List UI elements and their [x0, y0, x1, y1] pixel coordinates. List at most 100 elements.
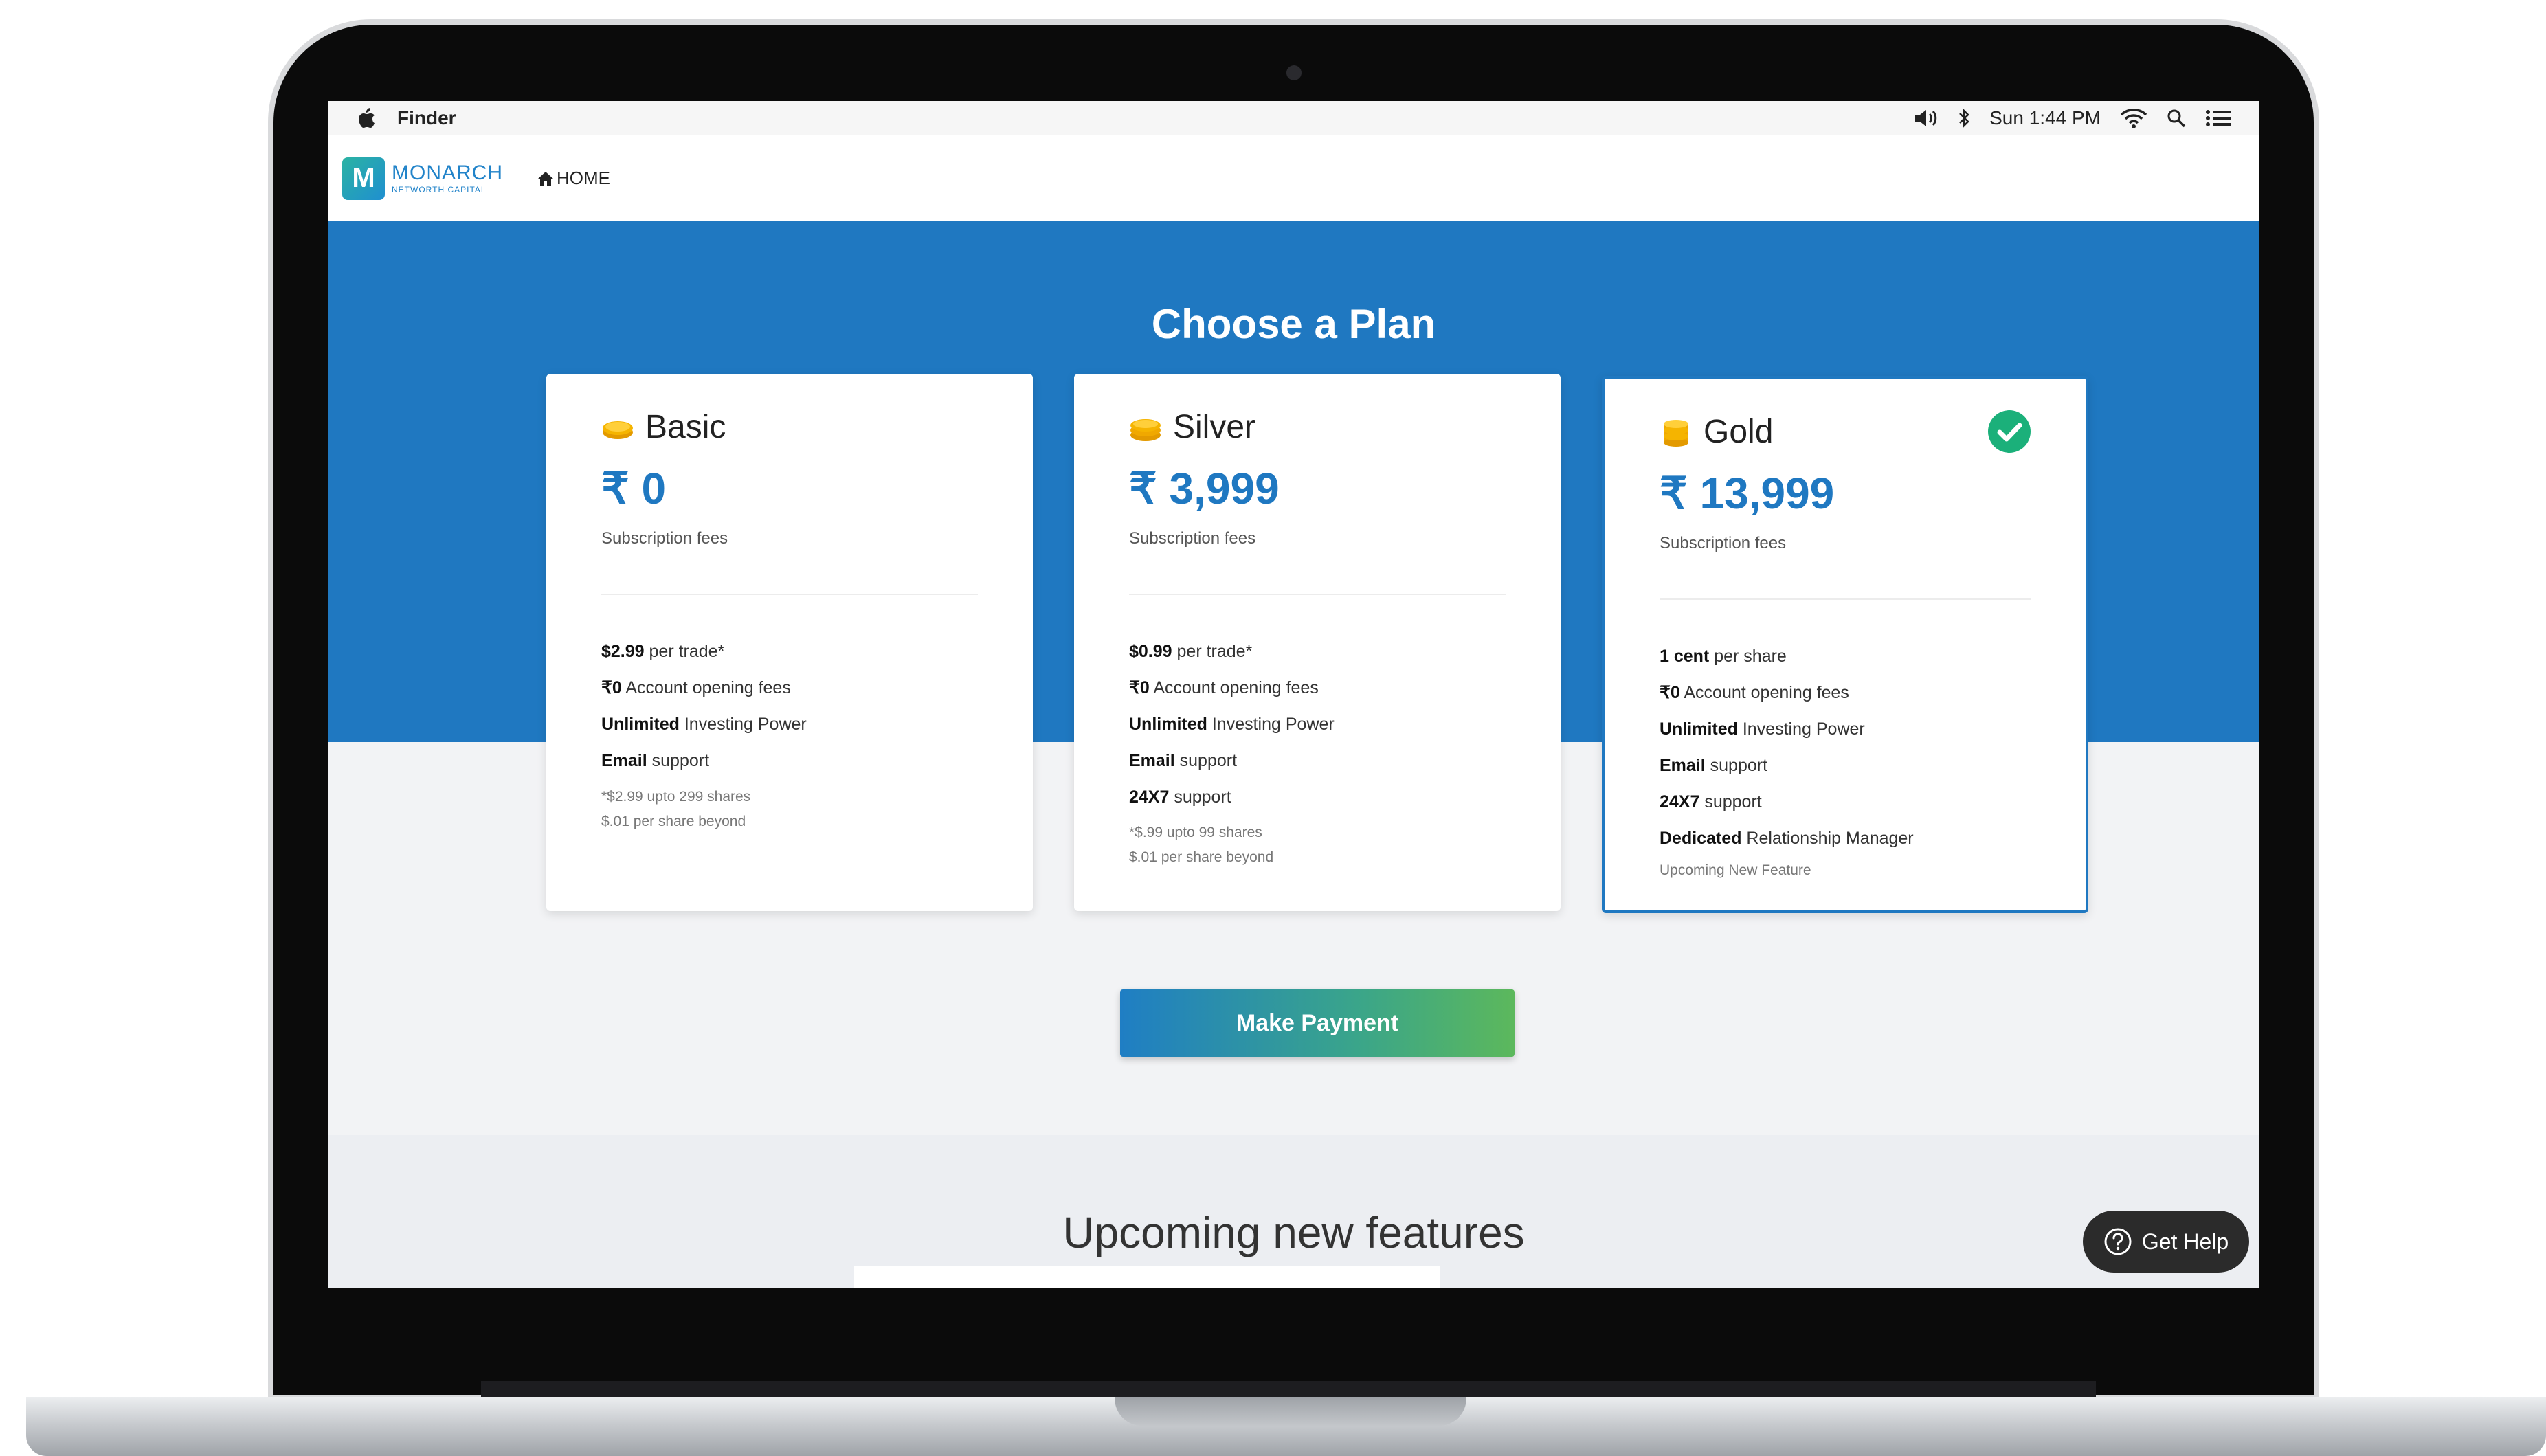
- plan-name: Basic: [645, 409, 726, 445]
- plan-footnote: Upcoming New Feature: [1660, 858, 1811, 883]
- footnote-line: *$.99 upto 99 shares: [1129, 825, 1262, 840]
- feature-text: support: [1699, 792, 1762, 811]
- feature-highlight: 1 cent: [1660, 647, 1710, 666]
- menubar-clock[interactable]: Sun 1:44 PM: [1989, 107, 2101, 129]
- plan-price: ₹ 0: [601, 464, 667, 513]
- make-payment-button[interactable]: Make Payment: [1120, 989, 1515, 1057]
- plan-header: Gold: [1660, 413, 1773, 451]
- home-link-label: HOME: [557, 168, 610, 188]
- feature-item: Email support: [1129, 743, 1335, 779]
- logo-name: MONARCH: [392, 161, 503, 184]
- feature-highlight: 24X7: [1129, 787, 1170, 807]
- coin-stack-icon: [1130, 418, 1161, 441]
- feature-text: Investing Power: [1737, 719, 1865, 739]
- feature-text: Account opening fees: [1679, 683, 1849, 702]
- feature-item: $0.99 per trade*: [1129, 634, 1335, 670]
- camera-icon: [1286, 65, 1302, 80]
- feature-highlight: Unlimited: [601, 715, 680, 734]
- feature-text: support: [1169, 787, 1231, 807]
- page-title: Choose a Plan: [1151, 301, 1436, 347]
- home-icon: [538, 171, 553, 186]
- spotlight-search-icon[interactable]: [2167, 109, 2186, 128]
- upcoming-title: Upcoming new features: [1062, 1208, 1525, 1257]
- monarch-logo[interactable]: M: [342, 157, 385, 200]
- plan-name: Silver: [1173, 409, 1256, 445]
- logo-letter: M: [352, 163, 375, 193]
- finder-menu[interactable]: Finder: [397, 107, 456, 129]
- feature-item: ₹0 Account opening fees: [601, 670, 807, 706]
- feature-item: 1 cent per share: [1660, 638, 1914, 675]
- plan-name: Gold: [1704, 414, 1774, 450]
- feature-highlight: Dedicated: [1660, 829, 1742, 848]
- feature-text: per share: [1709, 647, 1787, 666]
- footnote-line: $.01 per share beyond: [1129, 849, 1274, 865]
- home-link[interactable]: HOME: [537, 168, 610, 189]
- feature-text: per trade*: [644, 642, 725, 661]
- price-caption: Subscription fees: [1660, 534, 1787, 552]
- feature-text: support: [1705, 756, 1768, 775]
- apple-icon[interactable]: [356, 107, 377, 130]
- volume-icon[interactable]: [1914, 109, 1939, 128]
- feature-list: $0.99 per trade* ₹0 Account opening fees…: [1129, 634, 1335, 816]
- help-icon: [2104, 1228, 2132, 1255]
- feature-item: ₹0 Account opening fees: [1660, 675, 1914, 711]
- feature-item: $2.99 per trade*: [601, 634, 807, 670]
- plan-card-basic[interactable]: Basic ₹ 0 Subscription fees $2.99 per tr…: [546, 374, 1033, 911]
- logo-text: MONARCH NETWORTH CAPITAL: [392, 163, 503, 194]
- plan-footnote: *$2.99 upto 299 shares $.01 per share be…: [601, 785, 750, 834]
- price-caption: Subscription fees: [1129, 529, 1256, 548]
- selected-check-icon: [1988, 410, 2031, 453]
- feature-highlight: ₹0: [1129, 678, 1150, 697]
- feature-item: 24X7 support: [1129, 779, 1335, 816]
- feature-item: Unlimited Investing Power: [1129, 706, 1335, 743]
- feature-text: Account opening fees: [621, 678, 791, 697]
- plan-footnote: *$.99 upto 99 shares $.01 per share beyo…: [1129, 820, 1273, 870]
- divider: [1129, 594, 1506, 595]
- feature-item: Unlimited Investing Power: [1660, 711, 1914, 748]
- feature-highlight: Email: [1660, 756, 1706, 775]
- feature-item: Email support: [601, 743, 807, 779]
- notification-center-icon[interactable]: [2205, 109, 2231, 128]
- divider: [601, 594, 978, 595]
- feature-text: support: [1174, 751, 1238, 770]
- footnote-line: *$2.99 upto 299 shares: [601, 789, 751, 805]
- wifi-icon[interactable]: [2120, 108, 2147, 128]
- footnote-line: Upcoming New Feature: [1660, 862, 1811, 878]
- menubar-status-area: Sun 1:44 PM: [1914, 107, 2231, 129]
- feature-highlight: $2.99: [601, 642, 645, 661]
- upcoming-feature-card: [854, 1266, 1440, 1288]
- feature-text: Investing Power: [1207, 715, 1335, 734]
- screen: Finder Sun 1:44 PM M MONARCH NETWORTH CA…: [328, 101, 2259, 1288]
- feature-list: 1 cent per share ₹0 Account opening fees…: [1660, 638, 1914, 857]
- plan-header: Basic: [601, 408, 726, 446]
- feature-highlight: Email: [601, 751, 647, 770]
- plan-card-gold[interactable]: Gold ₹ 13,999 Subscription fees 1 cent p…: [1602, 376, 2088, 913]
- coin-stack-icon: [1664, 419, 1688, 447]
- plan-price: ₹ 3,999: [1129, 464, 1280, 513]
- feature-item: Dedicated Relationship Manager: [1660, 820, 1914, 857]
- feature-highlight: Unlimited: [1660, 719, 1738, 739]
- app-header: M MONARCH NETWORTH CAPITAL HOME: [328, 135, 2259, 221]
- logo-subtitle: NETWORTH CAPITAL: [392, 185, 487, 194]
- price-caption: Subscription fees: [601, 529, 728, 548]
- mac-menubar: Finder Sun 1:44 PM: [328, 101, 2259, 135]
- get-help-label: Get Help: [2141, 1229, 2229, 1254]
- feature-item: Unlimited Investing Power: [601, 706, 807, 743]
- get-help-button[interactable]: Get Help: [2083, 1211, 2249, 1273]
- divider: [1660, 598, 2031, 600]
- feature-text: per trade*: [1172, 642, 1253, 661]
- plan-price: ₹ 13,999: [1660, 469, 1835, 518]
- laptop-hinge: [481, 1381, 2096, 1397]
- feature-highlight: ₹0: [1660, 683, 1680, 702]
- coin-stack-icon: [603, 421, 633, 439]
- plan-header: Silver: [1129, 408, 1255, 446]
- feature-item: ₹0 Account opening fees: [1129, 670, 1335, 706]
- feature-item: 24X7 support: [1660, 784, 1914, 820]
- feature-text: Relationship Manager: [1741, 829, 1914, 848]
- feature-highlight: $0.99: [1129, 642, 1172, 661]
- plan-card-silver[interactable]: Silver ₹ 3,999 Subscription fees $0.99 p…: [1074, 374, 1561, 911]
- bluetooth-icon[interactable]: [1958, 108, 1970, 128]
- feature-highlight: ₹0: [601, 678, 622, 697]
- feature-text: support: [647, 751, 710, 770]
- footnote-line: $.01 per share beyond: [601, 814, 746, 829]
